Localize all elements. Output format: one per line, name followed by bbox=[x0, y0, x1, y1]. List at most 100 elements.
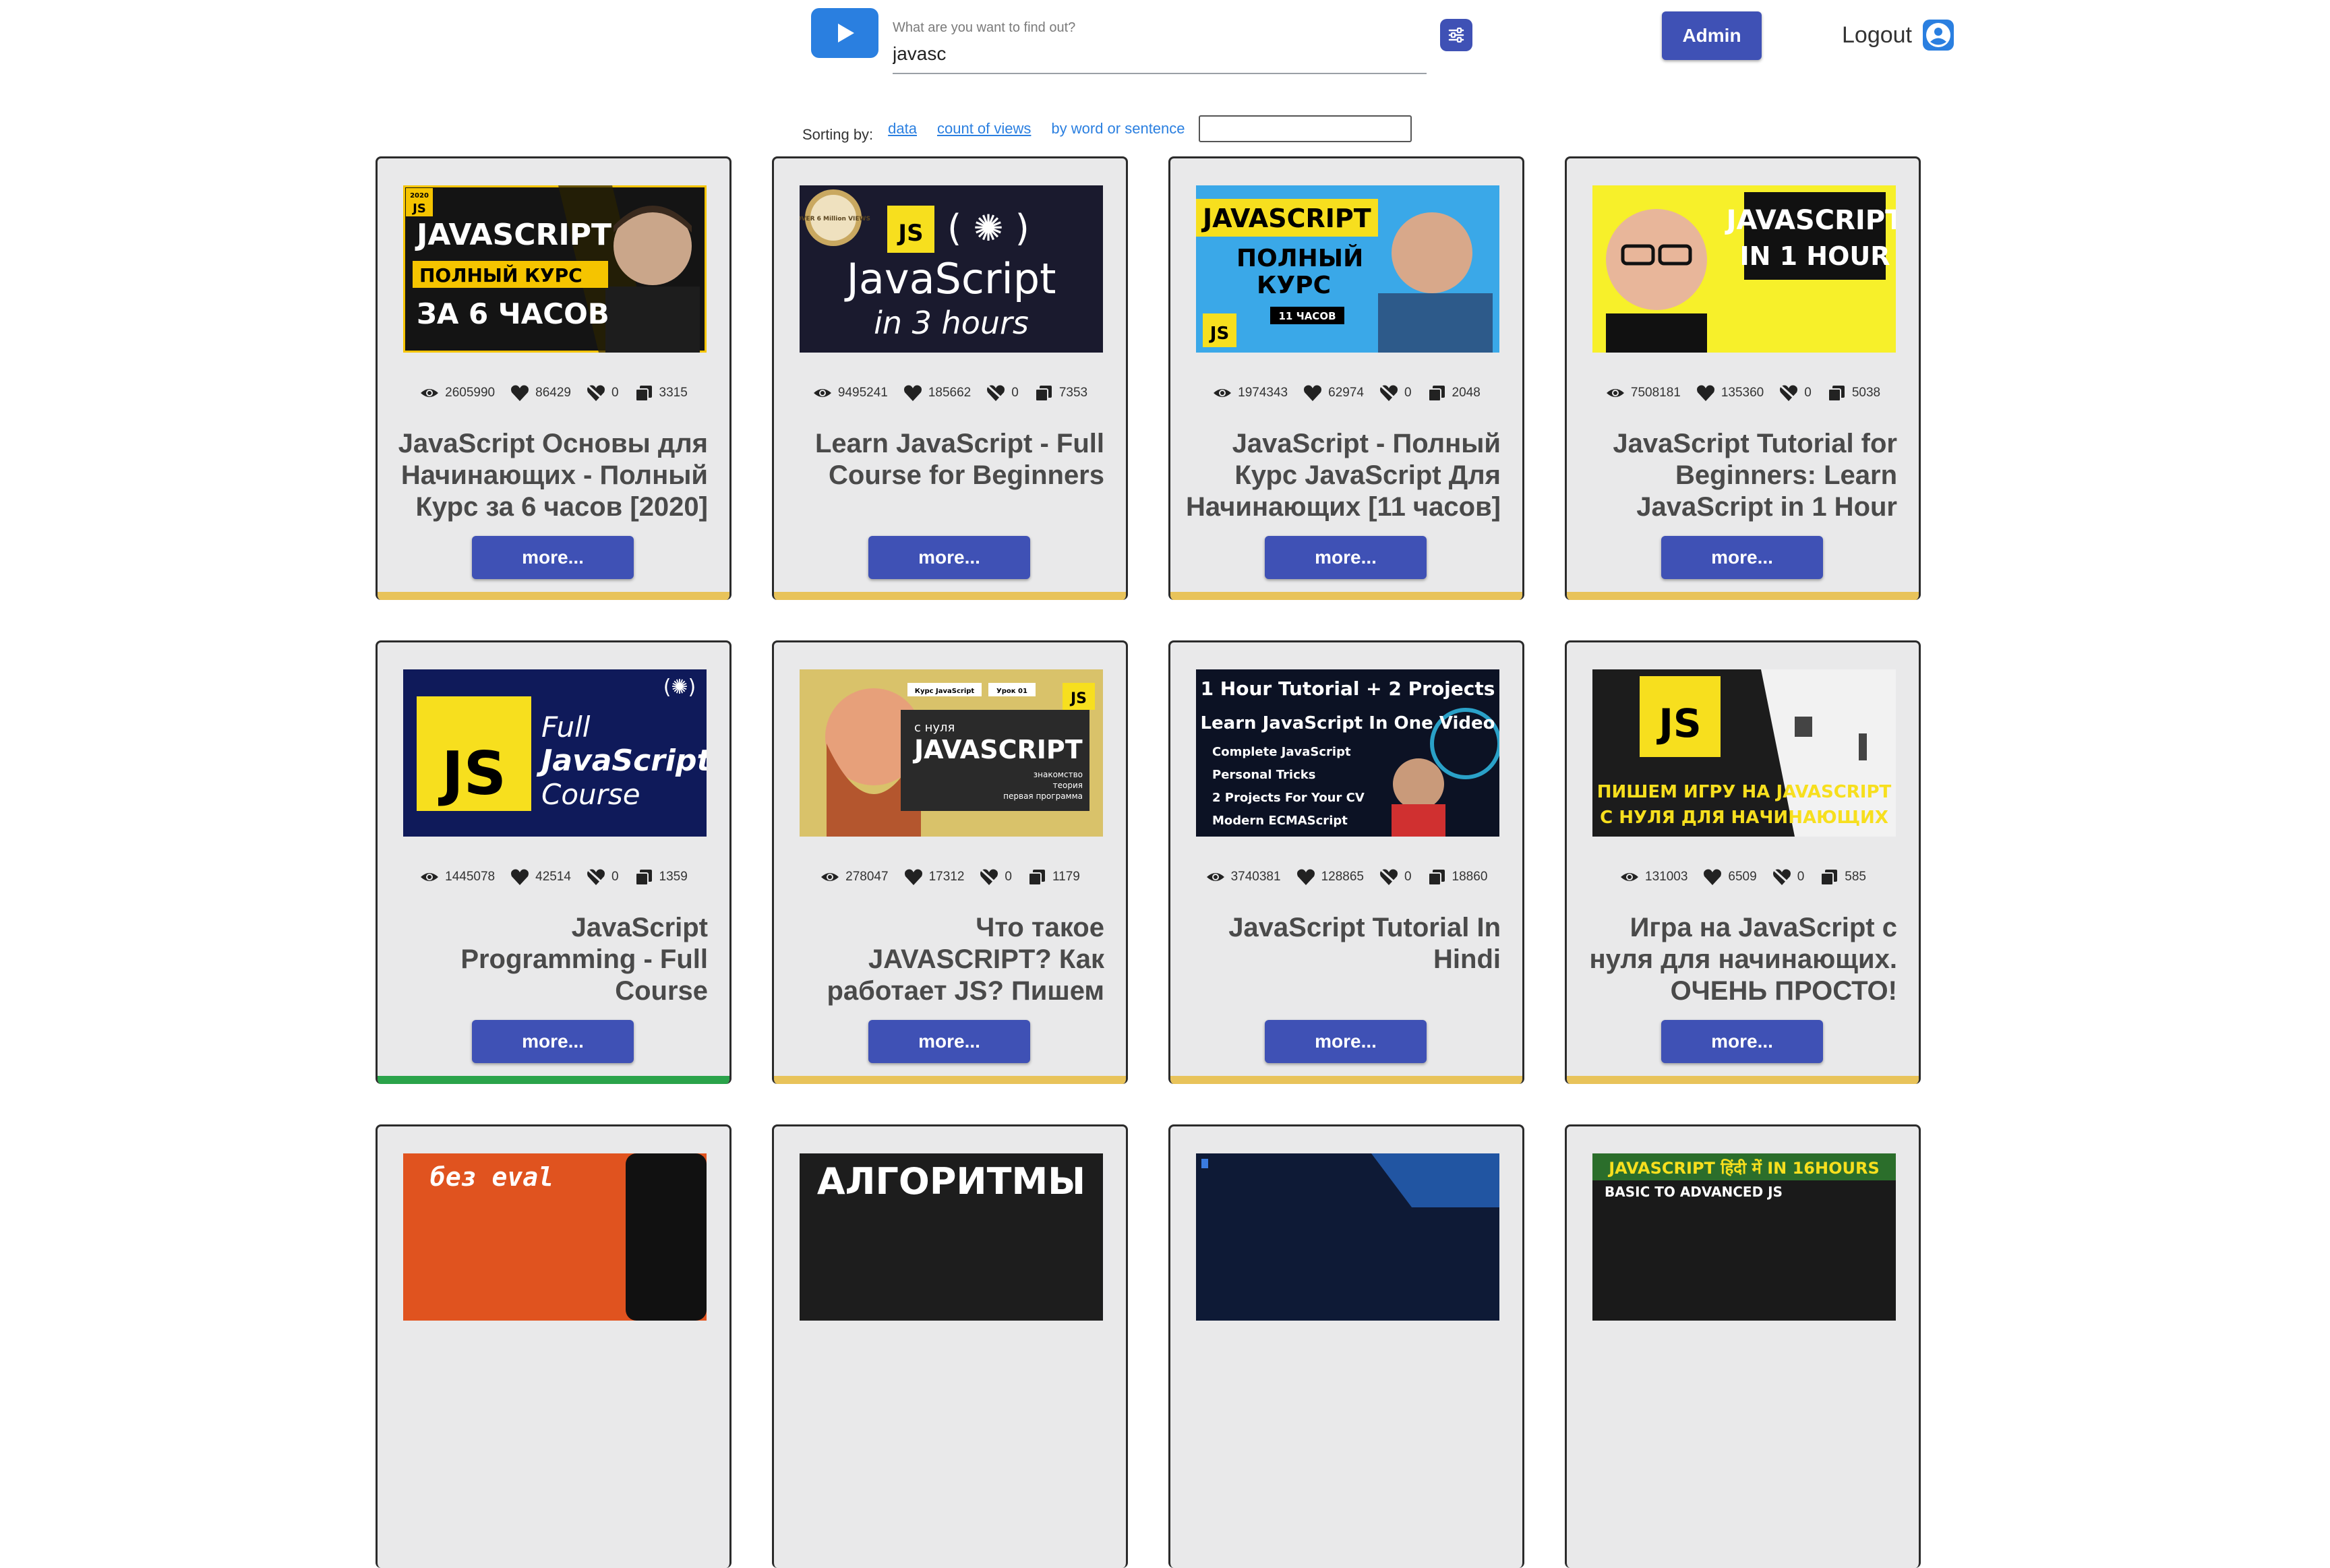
video-title[interactable]: Learn JavaScript - Full Course for Begin… bbox=[787, 428, 1104, 524]
video-thumbnail[interactable]: 2020 JS JAVASCRIPT ПОЛНЫЙ КУРС ЗА 6 ЧАСО… bbox=[403, 185, 707, 353]
thumb-line: Course bbox=[541, 778, 640, 811]
eye-icon bbox=[421, 873, 439, 881]
thumb-line: in 3 hours bbox=[874, 305, 1029, 341]
heart-icon bbox=[1296, 869, 1315, 885]
comments-icon bbox=[634, 386, 652, 402]
dislikes-stat: 0 bbox=[1779, 384, 1812, 402]
filter-button[interactable] bbox=[1440, 19, 1472, 51]
video-title[interactable]: JavaScript Основы для Начинающих - Полны… bbox=[391, 428, 708, 524]
likes-stat: 17312 bbox=[903, 868, 964, 886]
comments-stat: 7353 bbox=[1034, 384, 1087, 402]
more-button[interactable]: more... bbox=[1265, 536, 1427, 579]
sort-by-views-link[interactable]: count of views bbox=[937, 120, 1031, 138]
user-icon bbox=[1923, 20, 1954, 51]
heart-icon bbox=[511, 385, 529, 401]
more-button[interactable]: more... bbox=[1265, 1020, 1427, 1063]
search-input[interactable] bbox=[893, 40, 1418, 67]
thumb-line: АЛГОРИТМЫ bbox=[817, 1160, 1085, 1203]
video-thumbnail[interactable]: JS ПИШЕМ ИГРУ НА JAVASCRIPT С НУЛЯ ДЛЯ Н… bbox=[1592, 669, 1896, 837]
video-title[interactable]: JavaScript Tutorial In Hindi bbox=[1184, 912, 1501, 1008]
video-card bbox=[1168, 1124, 1524, 1568]
home-logo-button[interactable] bbox=[811, 8, 878, 58]
video-thumbnail[interactable] bbox=[1196, 1153, 1499, 1321]
comments-stat: 1179 bbox=[1027, 868, 1080, 886]
views-stat: 3740381 bbox=[1205, 868, 1281, 886]
thumbnail-image: Курс JavaScript Урок 01 JS с нуля JAVASC… bbox=[800, 669, 1103, 837]
more-button[interactable]: more... bbox=[868, 1020, 1030, 1063]
comments-count: 1179 bbox=[1052, 870, 1080, 884]
video-title[interactable]: JavaScript Programming - Full Course bbox=[391, 912, 708, 1008]
video-title[interactable]: JavaScript Tutorial for Beginners: Learn… bbox=[1580, 428, 1897, 524]
dislikes-stat: 0 bbox=[979, 868, 1012, 886]
status-bar bbox=[378, 592, 729, 600]
video-stats: 2605990 86429 0 3315 bbox=[378, 384, 729, 402]
views-count: 1445078 bbox=[445, 870, 496, 884]
eye-icon bbox=[813, 389, 831, 397]
views-count: 131003 bbox=[1645, 870, 1688, 884]
search-box: What are you want to find out? bbox=[893, 18, 1427, 74]
video-card: JS ПИШЕМ ИГРУ НА JAVASCRIPT С НУЛЯ ДЛЯ Н… bbox=[1565, 640, 1921, 1084]
video-card: 2020 JS JAVASCRIPT ПОЛНЫЙ КУРС ЗА 6 ЧАСО… bbox=[376, 156, 731, 600]
video-title[interactable]: Что такое JAVASCRIPT? Как работает JS? П… bbox=[787, 912, 1104, 1008]
video-title[interactable]: Игра на JavaScript с нуля для начинающих… bbox=[1580, 912, 1897, 1008]
video-thumbnail[interactable]: OVER 6 Million VIEWS JS ( ✺ ) JavaScript… bbox=[800, 185, 1103, 353]
comments-icon bbox=[1034, 386, 1052, 402]
sort-by-word-link[interactable]: by word or sentence bbox=[1051, 120, 1185, 138]
video-thumbnail[interactable]: АЛГОРИТМЫ bbox=[800, 1153, 1103, 1321]
video-thumbnail[interactable]: Курс JavaScript Урок 01 JS с нуля JAVASC… bbox=[800, 669, 1103, 837]
views-count: 7508181 bbox=[1630, 386, 1681, 400]
broken-heart-icon bbox=[587, 385, 605, 401]
dislikes-count: 0 bbox=[1005, 870, 1012, 884]
comments-stat: 5038 bbox=[1826, 384, 1880, 402]
comments-icon bbox=[1820, 870, 1838, 886]
video-thumbnail[interactable]: JAVASCRIPT ПОЛНЫЙ КУРС 11 ЧАСОВ JS bbox=[1196, 185, 1499, 353]
thumb-line: JAVASCRIPT bbox=[912, 735, 1083, 764]
comments-count: 5038 bbox=[1851, 386, 1881, 400]
comments-stat: 585 bbox=[1819, 868, 1866, 886]
video-thumbnail[interactable]: 1 Hour Tutorial + 2 Projects Learn JavaS… bbox=[1196, 669, 1499, 837]
more-button[interactable]: more... bbox=[868, 536, 1030, 579]
more-button[interactable]: more... bbox=[1661, 536, 1823, 579]
broken-heart-icon bbox=[980, 869, 998, 885]
video-thumbnail[interactable]: JAVASCRIPT हिंदी में IN 16HOURS BASIC TO… bbox=[1592, 1153, 1896, 1321]
thumb-line: JAVASCRIPT bbox=[1725, 205, 1896, 236]
likes-stat: 42514 bbox=[510, 868, 571, 886]
video-stats: 9495241 185662 0 7353 bbox=[774, 384, 1126, 402]
thumb-line: ПОЛНЫЙ КУРС bbox=[419, 264, 582, 287]
thumb-line: ПИШЕМ ИГРУ НА JAVASCRIPT bbox=[1597, 782, 1892, 802]
likes-count: 128865 bbox=[1321, 870, 1364, 884]
more-button[interactable]: more... bbox=[472, 536, 634, 579]
status-bar bbox=[1170, 592, 1522, 600]
comments-count: 18860 bbox=[1452, 870, 1488, 884]
thumb-line: JavaScript bbox=[844, 254, 1056, 303]
heart-icon bbox=[1696, 385, 1714, 401]
more-button[interactable]: more... bbox=[472, 1020, 634, 1063]
likes-count: 135360 bbox=[1721, 386, 1764, 400]
logout-button[interactable]: Logout bbox=[1842, 15, 1955, 55]
admin-button[interactable]: Admin bbox=[1662, 11, 1762, 60]
sort-word-input[interactable] bbox=[1198, 115, 1412, 142]
likes-count: 6509 bbox=[1728, 870, 1757, 884]
video-thumbnail[interactable]: без eval bbox=[403, 1153, 707, 1321]
likes-stat: 135360 bbox=[1696, 384, 1764, 402]
thumb-badge: JS bbox=[1209, 324, 1229, 344]
video-thumbnail[interactable]: JAVASCRIPT IN 1 HOUR bbox=[1592, 185, 1896, 353]
dislikes-stat: 0 bbox=[586, 384, 619, 402]
thumb-line: Complete JavaScript bbox=[1212, 745, 1351, 759]
views-stat: 7508181 bbox=[1605, 384, 1681, 402]
video-title[interactable]: JavaScript - Полный Курс JavaScript Для … bbox=[1184, 428, 1501, 524]
sorting-label: Sorting by: bbox=[802, 126, 874, 143]
thumb-badge: JS bbox=[897, 220, 923, 247]
views-stat: 131003 bbox=[1619, 868, 1687, 886]
dislikes-count: 0 bbox=[1797, 870, 1805, 884]
likes-stat: 185662 bbox=[903, 384, 971, 402]
broken-heart-icon bbox=[587, 869, 605, 885]
sort-by-data-link[interactable]: data bbox=[888, 120, 917, 138]
svg-text:( ✺ ): ( ✺ ) bbox=[947, 207, 1029, 249]
thumb-line: С НУЛЯ ДЛЯ НАЧИНАЮЩИХ bbox=[1600, 808, 1888, 828]
video-thumbnail[interactable]: JS (✺) Full JavaScript Course bbox=[403, 669, 707, 837]
comments-count: 585 bbox=[1845, 870, 1866, 884]
broken-heart-icon bbox=[1772, 869, 1791, 885]
more-button[interactable]: more... bbox=[1661, 1020, 1823, 1063]
video-card: JAVASCRIPT IN 1 HOUR 7508181 135360 0 50… bbox=[1565, 156, 1921, 600]
